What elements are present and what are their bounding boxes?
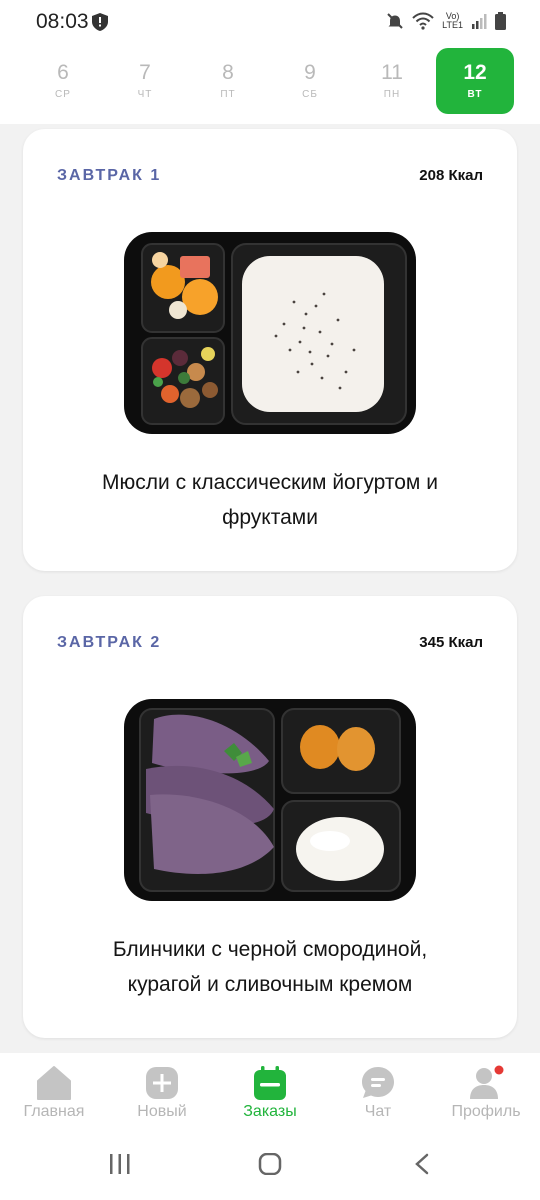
meal-type: ЗАВТРАК 1 <box>57 167 162 184</box>
meal-photo <box>124 232 416 434</box>
meal-calories: 345 Ккал <box>419 634 483 651</box>
back-icon[interactable] <box>412 1153 432 1175</box>
home-button-icon[interactable] <box>258 1153 282 1175</box>
meal-card[interactable]: ЗАВТРАК 1 208 Ккал Мюсли с классическим … <box>23 129 517 571</box>
status-time: 08:03 <box>36 10 89 33</box>
meal-name: Блинчики с черной смородиной, курагой и … <box>112 938 428 996</box>
nav-chat[interactable]: Чат <box>324 1053 432 1135</box>
wifi-icon <box>412 12 434 30</box>
date-selector: 6 СР 7 ЧТ 8 ПТ 9 СБ 11 ПН 12 ВТ <box>0 44 540 124</box>
nav-profile[interactable]: Профиль <box>432 1053 540 1135</box>
recent-apps-icon[interactable] <box>108 1153 132 1175</box>
signal-icon <box>472 14 487 29</box>
meal-photo <box>124 699 416 901</box>
meal-calories: 208 Ккал <box>419 167 483 184</box>
day-11[interactable]: 11 ПН <box>353 48 431 114</box>
shield-icon <box>92 13 108 31</box>
nav-home[interactable]: Главная <box>0 1053 108 1135</box>
meal-card[interactable]: ЗАВТРАК 2 345 Ккал Блинчики с черной смо… <box>23 596 517 1038</box>
home-icon <box>37 1066 71 1100</box>
day-12-selected[interactable]: 12 ВТ <box>436 48 514 114</box>
day-7[interactable]: 7 ЧТ <box>106 48 184 114</box>
meal-type: ЗАВТРАК 2 <box>57 634 162 651</box>
bottom-nav: Главная Новый Заказы Чат Профиль <box>0 1053 540 1135</box>
battery-icon <box>495 12 506 30</box>
meal-name: Мюсли с классическим йогуртом и фруктами <box>102 471 438 529</box>
chat-icon <box>362 1067 394 1098</box>
mute-icon <box>387 13 403 29</box>
nav-orders[interactable]: Заказы <box>216 1053 324 1135</box>
day-9[interactable]: 9 СБ <box>271 48 349 114</box>
status-bar: 08:03 Vo) LTE1 <box>0 0 540 44</box>
profile-icon <box>470 1065 504 1099</box>
calendar-icon <box>254 1066 286 1100</box>
day-8[interactable]: 8 ПТ <box>189 48 267 114</box>
status-icons: Vo) LTE1 <box>386 12 506 30</box>
volte-indicator: Vo) LTE1 <box>442 11 463 30</box>
nav-new[interactable]: Новый <box>108 1053 216 1135</box>
plus-icon <box>146 1067 178 1099</box>
day-6[interactable]: 6 СР <box>24 48 102 114</box>
system-navigation-bar <box>0 1135 540 1200</box>
